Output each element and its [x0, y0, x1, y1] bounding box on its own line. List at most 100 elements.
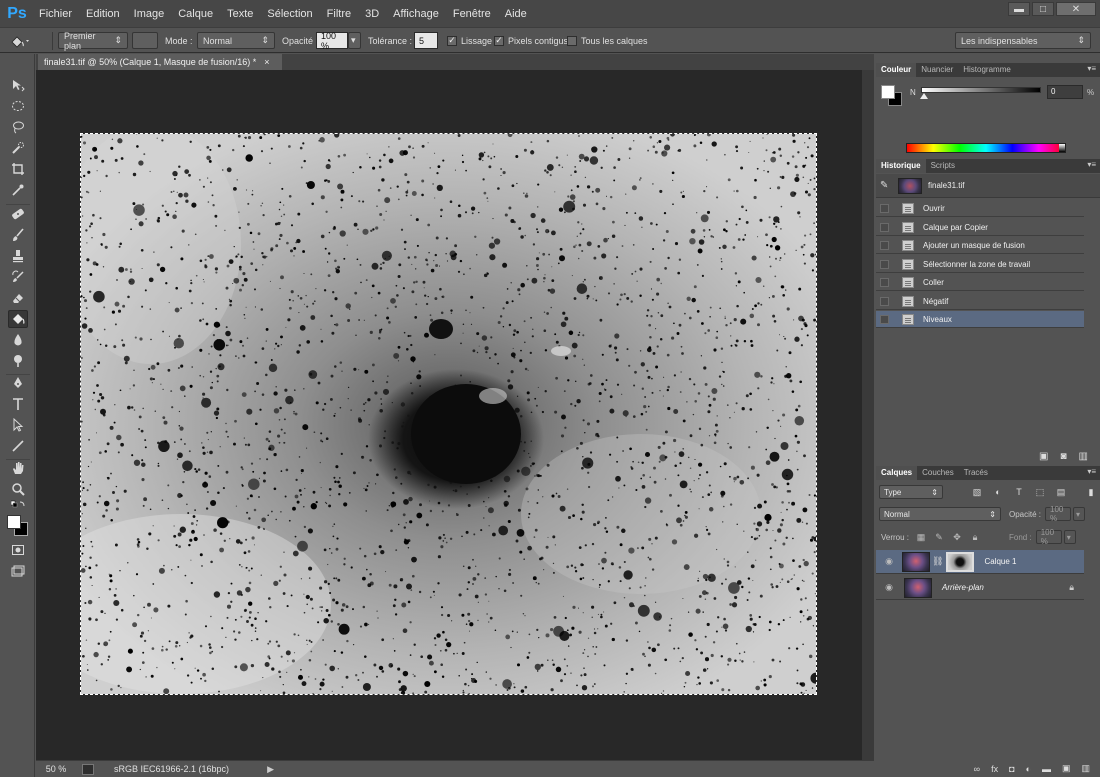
history-source-checkbox[interactable]	[880, 240, 889, 250]
adjustment-layer-icon[interactable]: ◐	[1026, 764, 1031, 774]
opacity-slider-toggle[interactable]: ▾	[348, 32, 361, 49]
marquee-tool[interactable]	[8, 97, 28, 115]
layer-thumbnail[interactable]	[902, 551, 930, 572]
lock-all-icon[interactable]: 🔒︎	[969, 531, 981, 543]
history-state-selected[interactable]: Niveaux	[876, 311, 1084, 328]
maximize-button[interactable]: □	[1032, 2, 1054, 16]
vertical-scrollbar[interactable]	[862, 70, 874, 760]
history-brush-tool[interactable]	[8, 268, 28, 286]
layer-row[interactable]: ◉ ⛓︎ Calque 1	[876, 550, 1084, 574]
color-swatches[interactable]	[4, 512, 30, 538]
line-tool[interactable]	[8, 437, 28, 455]
layer-opacity-slider-toggle[interactable]: ▾	[1073, 507, 1086, 521]
lock-transparency-icon[interactable]: ▦	[915, 531, 927, 543]
panel-menu-icon[interactable]: ▾≡	[1087, 160, 1096, 169]
canvas-image[interactable]	[80, 133, 817, 695]
menu-fenetre[interactable]: Fenêtre	[446, 8, 498, 20]
filter-kind-select[interactable]: Type ⇕	[879, 485, 943, 499]
camera-snapshot-icon[interactable]: ◙	[1061, 451, 1067, 462]
quick-mask-tool[interactable]	[8, 541, 28, 559]
pattern-picker[interactable]	[132, 32, 158, 49]
lasso-tool[interactable]	[8, 118, 28, 136]
gray-value-input[interactable]: 0	[1047, 85, 1083, 99]
menu-edition[interactable]: Edition	[79, 8, 127, 20]
layer-style-fx-icon[interactable]: fx	[991, 764, 998, 774]
workspace-select[interactable]: Les indispensables ⇕	[955, 32, 1091, 49]
healing-brush-tool[interactable]	[8, 205, 28, 223]
history-state[interactable]: Ouvrir	[876, 200, 1084, 217]
lissage-checkbox[interactable]: ✓	[447, 35, 457, 46]
clone-stamp-tool[interactable]	[8, 247, 28, 265]
menu-selection[interactable]: Sélection	[260, 8, 319, 20]
history-state[interactable]: Calque par Copier	[876, 219, 1084, 236]
visibility-eye-icon[interactable]: ◉	[880, 556, 898, 567]
menu-filtre[interactable]: Filtre	[320, 8, 358, 20]
menu-3d[interactable]: 3D	[358, 8, 386, 20]
history-state[interactable]: Ajouter un masque de fusion	[876, 237, 1084, 254]
color-spectrum-ramp[interactable]	[906, 143, 1066, 153]
pen-tool[interactable]	[8, 374, 28, 392]
smart-object-filter-icon[interactable]: ▤	[1055, 487, 1067, 498]
visibility-eye-icon[interactable]: ◉	[880, 582, 898, 593]
document-tab[interactable]: finale31.tif @ 50% (Calque 1, Masque de …	[38, 54, 282, 70]
tab-historique[interactable]: Historique	[876, 159, 926, 173]
trash-icon[interactable]: ▥	[1079, 451, 1088, 462]
color-swap-tools[interactable]	[8, 500, 28, 510]
gray-slider[interactable]	[921, 87, 1041, 93]
history-source-checkbox[interactable]	[880, 277, 889, 287]
contigus-checkbox[interactable]: ✓	[494, 35, 504, 46]
menu-image[interactable]: Image	[127, 8, 172, 20]
panel-menu-icon[interactable]: ▾≡	[1087, 467, 1096, 476]
layer-name[interactable]: Arrière-plan	[942, 583, 984, 592]
brush-tool[interactable]	[8, 226, 28, 244]
menu-texte[interactable]: Texte	[220, 8, 260, 20]
history-state[interactable]: Sélectionner la zone de travail	[876, 256, 1084, 273]
eyedropper-tool[interactable]	[8, 181, 28, 199]
tab-couleur[interactable]: Couleur	[876, 63, 917, 77]
tab-histogramme[interactable]: Histogramme	[958, 63, 1016, 77]
screen-mode-tool[interactable]	[8, 562, 28, 580]
dodge-tool[interactable]	[8, 352, 28, 370]
menu-fichier[interactable]: Fichier	[32, 8, 79, 20]
path-selection-tool[interactable]	[8, 416, 28, 434]
zoom-level[interactable]: 50 %	[36, 764, 76, 774]
history-state[interactable]: Négatif	[876, 293, 1084, 310]
trash-icon[interactable]: ▥	[1081, 763, 1090, 774]
history-source-checkbox[interactable]	[880, 259, 889, 269]
link-layers-icon[interactable]: ∞	[974, 764, 980, 774]
history-state[interactable]: Coller	[876, 274, 1084, 291]
menu-calque[interactable]: Calque	[171, 8, 220, 20]
fill-slider-toggle[interactable]: ▾	[1063, 530, 1076, 544]
fill-source-select[interactable]: Premier plan ⇕	[58, 31, 128, 51]
layer-opacity-input[interactable]: 100 %	[1045, 505, 1072, 523]
mode-select[interactable]: Normal ⇕	[197, 32, 275, 49]
zoom-tool[interactable]	[8, 480, 28, 498]
tab-couches[interactable]: Couches	[917, 466, 959, 480]
layer-row[interactable]: ◉ Arrière-plan 🔒︎	[876, 576, 1084, 600]
hand-tool[interactable]	[8, 459, 28, 477]
layer-mask-thumbnail[interactable]	[946, 551, 975, 572]
tolerance-input[interactable]: 5	[414, 32, 438, 49]
eraser-tool[interactable]	[8, 289, 28, 307]
minimize-button[interactable]: ▬	[1008, 2, 1030, 16]
history-source-checkbox[interactable]	[880, 314, 889, 324]
layer-name[interactable]: Calque 1	[984, 557, 1016, 566]
tous-calques-option[interactable]: Tous les calques	[567, 32, 648, 49]
tab-calques[interactable]: Calques	[876, 466, 918, 480]
gray-slider-thumb[interactable]	[920, 93, 928, 99]
menu-aide[interactable]: Aide	[498, 8, 534, 20]
tous-calques-checkbox[interactable]	[567, 35, 577, 46]
close-button[interactable]: ✕	[1056, 2, 1096, 16]
paint-bucket-tool[interactable]	[8, 310, 28, 328]
quick-selection-tool[interactable]	[8, 139, 28, 157]
status-menu-arrow-icon[interactable]: ▶	[267, 764, 274, 775]
type-filter-icon[interactable]: T	[1013, 487, 1025, 498]
history-source-checkbox[interactable]	[880, 296, 889, 306]
crop-tool[interactable]	[8, 160, 28, 178]
history-source-checkbox[interactable]	[880, 203, 889, 213]
blend-mode-select[interactable]: Normal ⇕	[879, 507, 1001, 521]
close-tab-icon[interactable]: ×	[264, 57, 269, 67]
mask-link-icon[interactable]: ⛓︎	[932, 556, 943, 567]
shape-filter-icon[interactable]: ⬚	[1034, 487, 1046, 498]
menu-affichage[interactable]: Affichage	[386, 8, 446, 20]
